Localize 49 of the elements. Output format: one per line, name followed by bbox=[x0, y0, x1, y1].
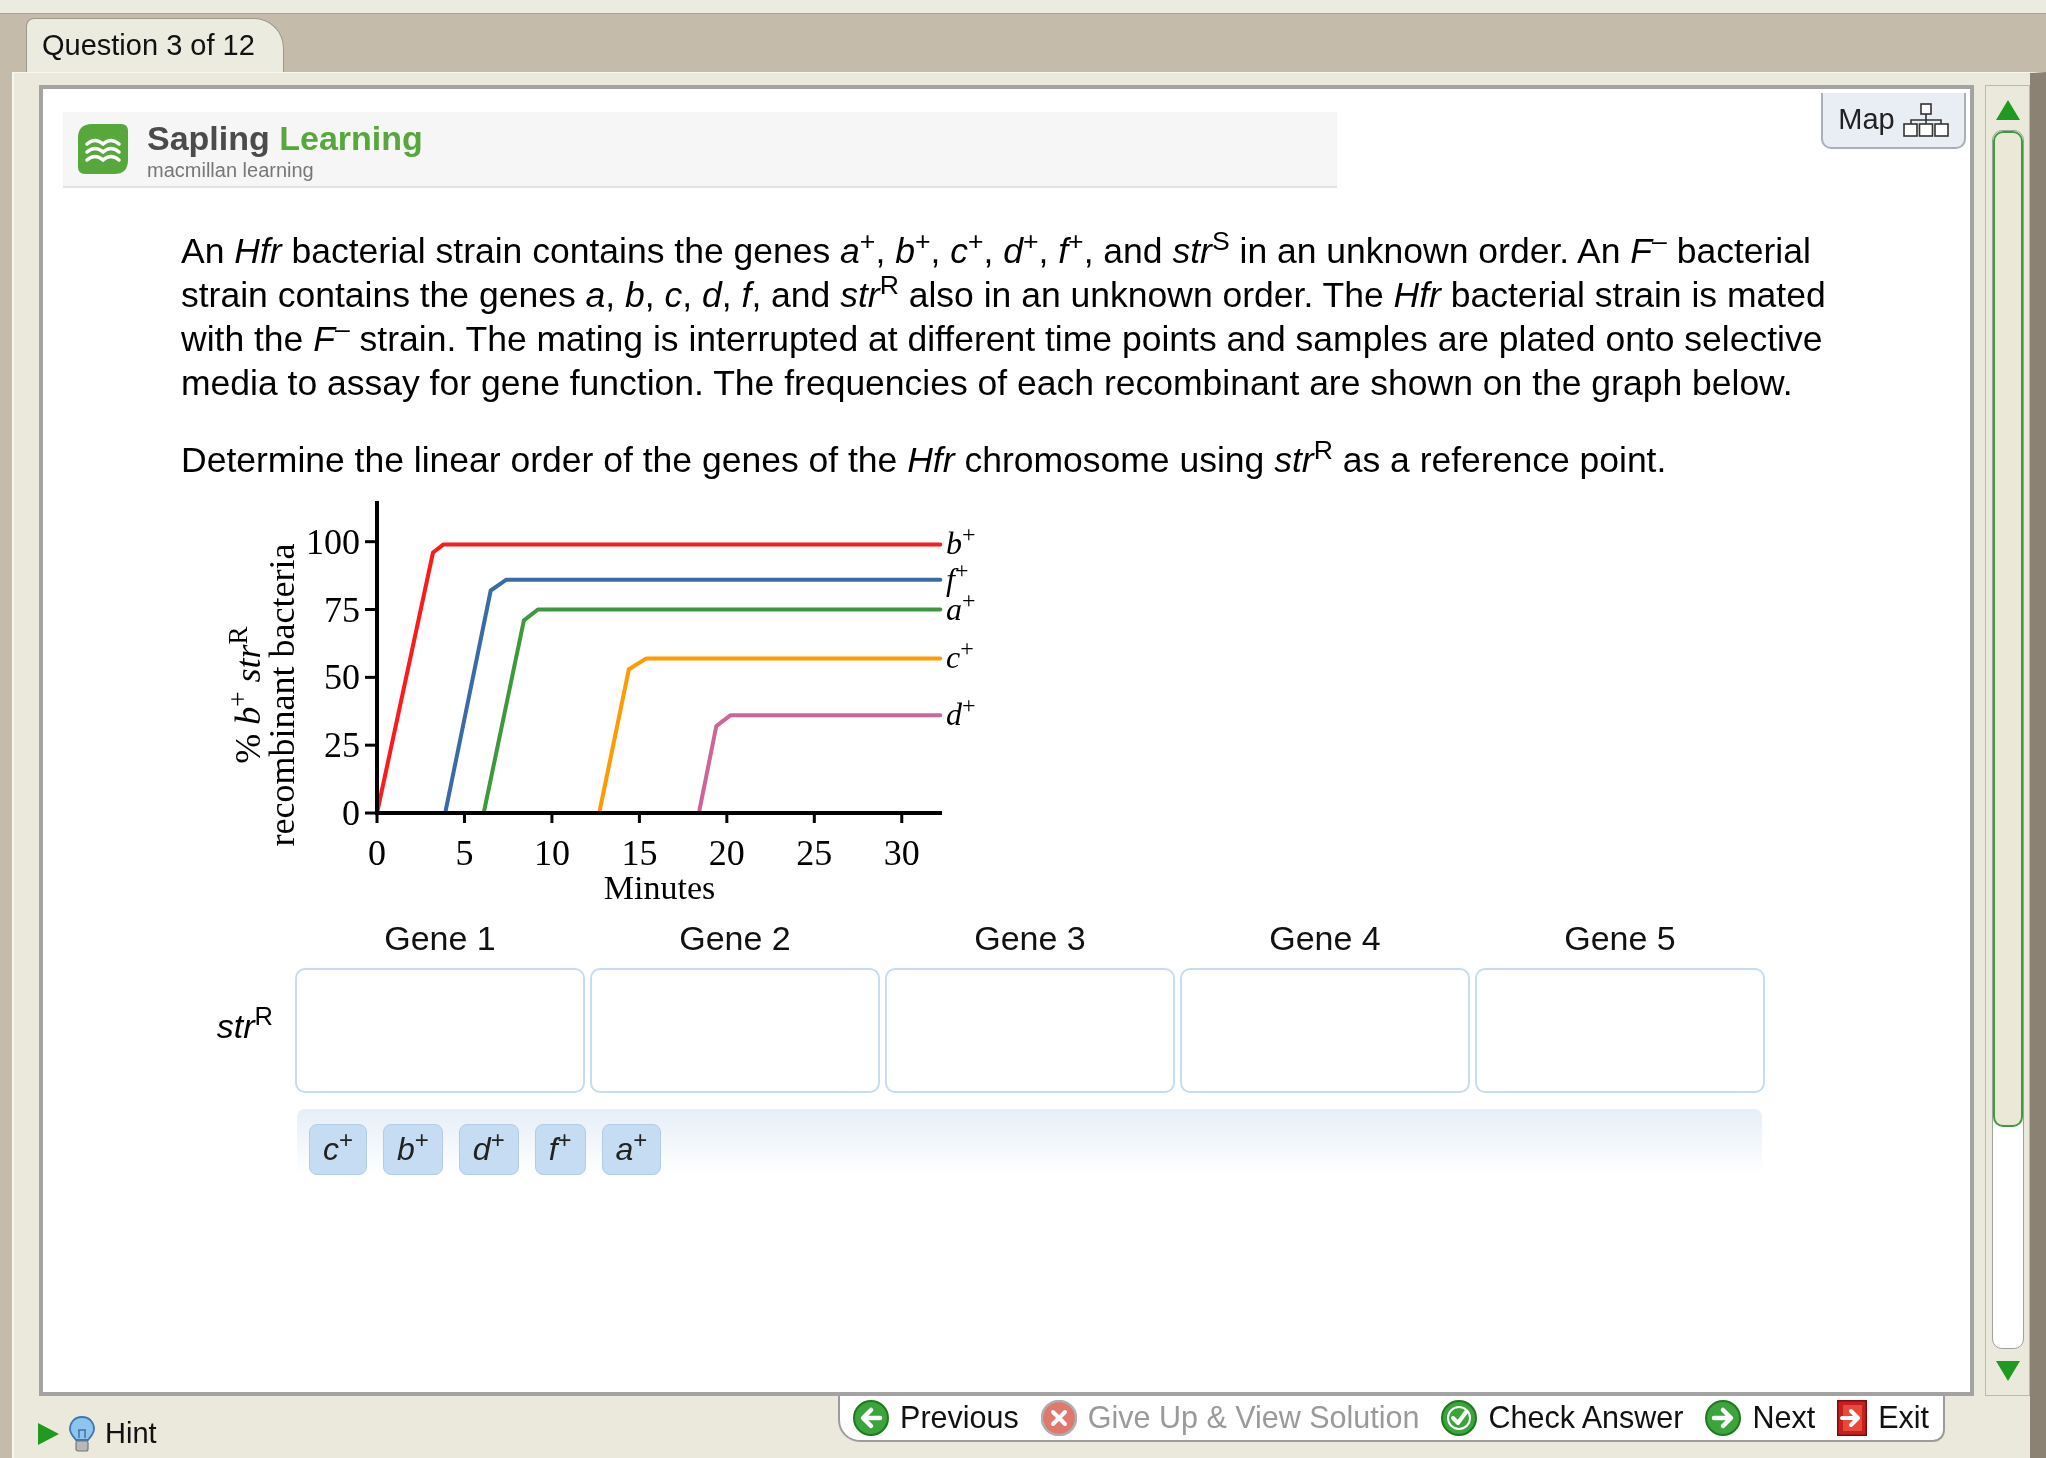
checkmark-icon bbox=[1441, 1400, 1478, 1436]
answer-box[interactable] bbox=[590, 968, 880, 1093]
nav-button[interactable]: Check Answer bbox=[1441, 1395, 1684, 1441]
hint-button[interactable]: Hint bbox=[37, 1412, 157, 1456]
x-tick-label: 30 bbox=[883, 833, 920, 873]
nav-button[interactable]: Previous bbox=[853, 1395, 1019, 1441]
hierarchy-icon bbox=[1902, 103, 1949, 137]
question-tab[interactable]: Question 3 of 12 bbox=[26, 18, 284, 72]
y-tick-label: 75 bbox=[324, 589, 360, 630]
logo-wordmark: Sapling Learning bbox=[147, 118, 423, 158]
scroll-down-icon[interactable] bbox=[1995, 1361, 2020, 1381]
map-button[interactable]: Map bbox=[1821, 93, 1966, 149]
column-header: Gene 5 bbox=[1563, 918, 1677, 958]
column-header: Gene 1 bbox=[383, 918, 497, 958]
answer-tile[interactable]: f$^{+}$ bbox=[534, 1124, 586, 1175]
exit-door-icon bbox=[1837, 1400, 1868, 1436]
answer-box[interactable] bbox=[1180, 968, 1470, 1093]
column-header: Gene 4 bbox=[1268, 918, 1382, 958]
nav-button[interactable]: Next bbox=[1705, 1395, 1816, 1441]
answer-tile[interactable]: d$^{+}$ bbox=[458, 1124, 519, 1175]
answer-tile[interactable]: b$^{+}$ bbox=[383, 1124, 443, 1175]
y-tick-label: 100 bbox=[306, 521, 360, 562]
x-tick-label: 25 bbox=[796, 833, 833, 873]
scroll-up-icon[interactable] bbox=[1995, 100, 2020, 120]
scrollbar-thumb[interactable] bbox=[1992, 131, 2023, 1127]
x-tick-label: 0 bbox=[368, 833, 386, 873]
question-text: Determine the linear order of the genes of the Hfr chromosome using str$^{R}$ as a reference point. bbox=[181, 438, 1668, 482]
scrollbar-track[interactable] bbox=[1991, 130, 2024, 1349]
y-tick-label: 50 bbox=[324, 657, 360, 698]
lightbulb-icon bbox=[69, 1415, 95, 1452]
row-label: str$^{R}$ bbox=[216, 1006, 273, 1046]
answer-tile[interactable]: a$^{+}$ bbox=[601, 1124, 662, 1175]
series-label: d$^{+}$ bbox=[946, 699, 976, 731]
y-tick-label: 25 bbox=[324, 725, 360, 766]
question-text: An Hfr bacterial strain contains the genes a$^{+}$, b$^{+}$, c$^{+}$, d$^{+}$, f$^{+}$, and str$^{S}$ in an unknown order. An F$^{–}$ bacterial strain contains the genes a, b, c, d, f, and str$^{R}$ also in an unknown order. The Hfr bacterial strain is mated with the F$^{–}$ strain. The mating is interrupted at different time points and samples are plated onto selective media to assay for gene function. The frequencies of each recombinant are shown on the graph below. bbox=[181, 229, 1827, 405]
book-logo-icon bbox=[78, 124, 128, 174]
column-header: Gene 2 bbox=[678, 918, 792, 958]
logo-tagline: macmillan learning bbox=[147, 158, 315, 182]
answer-tile[interactable]: c$^{+}$ bbox=[309, 1124, 367, 1175]
answer-box[interactable] bbox=[885, 968, 1175, 1093]
series-label: b$^{+}$ bbox=[946, 528, 976, 560]
nav-button[interactable]: Exit bbox=[1837, 1395, 1929, 1441]
answer-box[interactable] bbox=[295, 968, 585, 1093]
answer-box[interactable] bbox=[1475, 968, 1765, 1093]
series-label: c$^{+}$ bbox=[946, 642, 974, 674]
column-header: Gene 3 bbox=[973, 918, 1087, 958]
x-tick-label: 5 bbox=[455, 833, 474, 873]
y-tick-label: 0 bbox=[342, 793, 360, 833]
x-tick-label: 10 bbox=[533, 833, 570, 873]
